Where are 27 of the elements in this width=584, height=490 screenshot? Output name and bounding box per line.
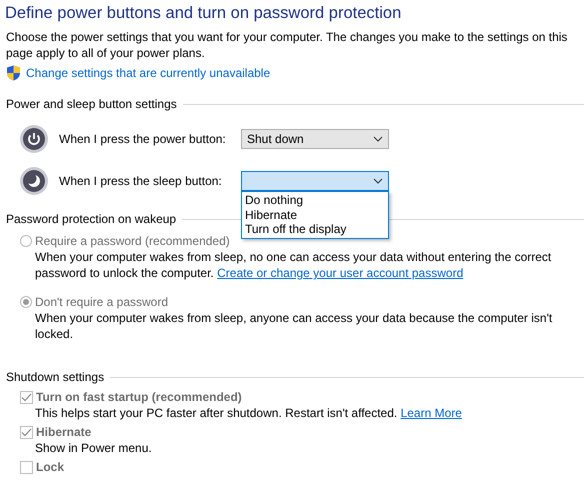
section-heading: Shutdown settings [6,370,104,384]
admin-link[interactable]: Change settings that are currently unavailable [26,66,270,80]
option-description: This helps start your PC faster after shutdown. Restart isn't affected. Learn More [35,405,463,421]
power-icon [19,124,49,154]
moon-icon [19,166,49,196]
menu-item[interactable]: Turn off the display [242,222,388,236]
option-description: Show in Power menu. [35,440,153,456]
option-label: Require a password (recommended) [35,234,230,248]
option-label: Hibernate [36,425,92,439]
option-description: When your computer wakes from sleep, anyone can access your data because the computer isn't locked. [35,310,554,342]
intro-text: Choose the power settings that you want for your computer. The changes you make to the settings on this page apply to all of your power plans. [6,29,568,61]
section-heading: Power and sleep button settings [6,97,177,111]
chevron-down-icon [373,178,383,184]
dropdown[interactable]: Shut down [241,129,389,149]
option-label: Turn on fast startup (recommended) [36,390,242,404]
shield-icon [6,65,21,81]
option-label: Don't require a password [35,295,168,309]
menu-item[interactable]: Do nothing [242,193,388,208]
setting-label: When I press the power button: [59,132,227,146]
menu-item[interactable]: Hibernate [242,208,388,222]
page-title: Define power buttons and turn on password protection [5,4,402,23]
option-description: When your computer wakes from sleep, no one can access your data without entering the correct password to unlock the computer. Create or change your user account password [35,249,552,281]
chevron-down-icon [373,136,383,142]
section-heading: Password protection on wakeup [6,212,176,226]
setting-label: When I press the sleep button: [59,174,223,188]
option-label: Lock [36,460,64,474]
dropdown[interactable] [241,171,389,191]
